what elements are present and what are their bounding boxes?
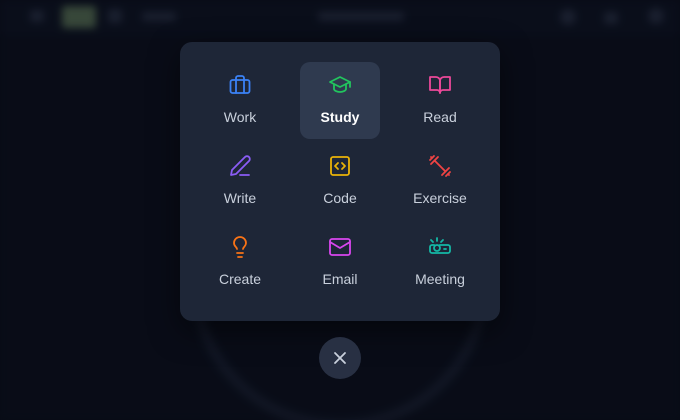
category-write-button[interactable]: Write [200,143,280,220]
category-grid: Work Study Read Write Code Exercise Crea… [200,62,480,301]
category-label: Create [218,271,262,287]
dumbbell-icon [428,154,452,178]
focus-app: Work Study Read Write Code Exercise Crea… [0,0,680,420]
category-work-button[interactable]: Work [200,62,280,139]
category-picker-panel: Work Study Read Write Code Exercise Crea… [180,42,500,321]
mail-icon [328,235,352,259]
category-read-button[interactable]: Read [400,62,480,139]
category-label: Exercise [413,190,467,206]
category-label: Code [323,190,357,206]
pen-icon [228,154,252,178]
close-button[interactable] [319,337,361,379]
category-label: Work [223,109,257,125]
book-open-icon [428,73,452,97]
category-email-button[interactable]: Email [300,224,380,301]
category-label: Write [223,190,257,206]
category-label: Study [320,109,360,125]
category-study-button[interactable]: Study [300,62,380,139]
category-label: Email [322,271,358,287]
category-meeting-button[interactable]: Meeting [400,224,480,301]
category-label: Read [423,109,457,125]
briefcase-icon [228,73,252,97]
category-code-button[interactable]: Code [300,143,380,220]
category-label: Meeting [415,271,465,287]
graduation-cap-icon [328,73,352,97]
lightbulb-icon [228,235,252,259]
projector-icon [428,235,452,259]
code-icon [328,154,352,178]
category-create-button[interactable]: Create [200,224,280,301]
category-exercise-button[interactable]: Exercise [400,143,480,220]
close-icon [333,351,347,365]
